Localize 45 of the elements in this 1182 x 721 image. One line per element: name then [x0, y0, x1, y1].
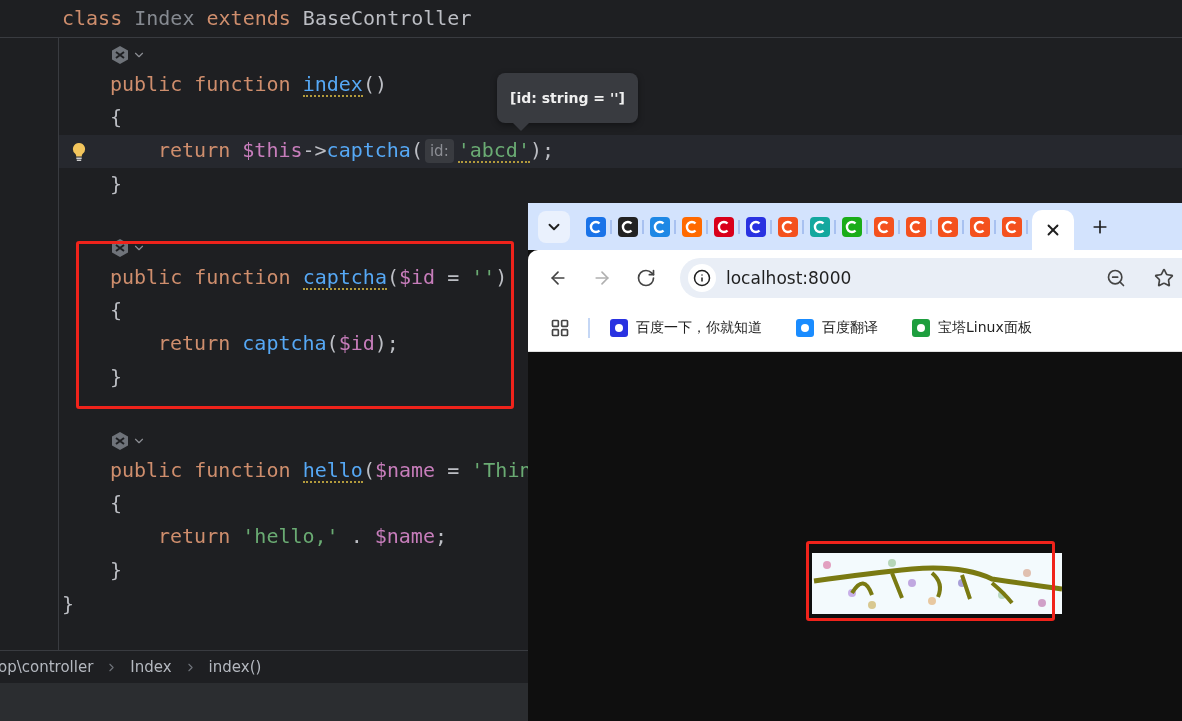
address-bar[interactable]: localhost:8000 — [680, 257, 1182, 298]
code-line: } — [62, 592, 75, 617]
site-favicon — [682, 216, 702, 237]
browser-tab[interactable] — [1032, 210, 1074, 250]
code-line: public function captcha($id = '') — [110, 265, 508, 290]
site-favicon — [1002, 216, 1022, 237]
code-line: { — [110, 106, 123, 131]
code-line: return 'hello,' . $name; — [158, 525, 447, 550]
site-favicon — [650, 216, 670, 237]
code-line: { — [110, 299, 123, 324]
site-favicon — [938, 216, 958, 237]
bookmark[interactable]: 百度一下，你就知道 — [606, 315, 766, 341]
hexagon-icon[interactable] — [110, 237, 130, 258]
lightbulb-icon[interactable] — [72, 141, 86, 162]
site-favicon — [842, 216, 862, 237]
code-line: class Index extends BaseController — [62, 6, 472, 31]
site-favicon — [970, 216, 990, 237]
site-favicon — [714, 216, 734, 237]
star-icon[interactable] — [1154, 267, 1174, 288]
site-favicon — [874, 216, 894, 237]
site-favicon — [906, 216, 926, 237]
code-line: public function index() — [110, 72, 387, 97]
hexagon-icon[interactable] — [110, 45, 130, 65]
site-favicon — [810, 216, 830, 237]
code-line: } — [110, 558, 123, 583]
bookmark[interactable]: 百度翻译 — [792, 315, 882, 341]
zoom-out-icon[interactable] — [1106, 267, 1126, 288]
tab-list-button[interactable] — [538, 210, 570, 243]
site-favicon — [586, 216, 606, 237]
code-line: { — [110, 492, 123, 516]
code-line: return captcha($id); — [158, 332, 399, 357]
breadcrumb[interactable]: Index — [130, 658, 172, 676]
tooltip-arrow — [513, 123, 529, 131]
site-favicon — [778, 216, 798, 237]
code-line: } — [110, 172, 123, 197]
apps-icon[interactable] — [550, 318, 570, 338]
tooltip: [id: string = ''] — [497, 73, 638, 123]
bookmark[interactable]: 宝塔Linux面板 — [908, 315, 1036, 341]
code-line: return $this->captcha( id: 'abcd'); — [158, 139, 555, 164]
info-icon[interactable] — [693, 268, 711, 287]
hexagon-icon[interactable] — [110, 430, 130, 451]
site-favicon — [618, 216, 638, 237]
code-line: } — [110, 365, 123, 390]
site-favicon — [746, 216, 766, 237]
breadcrumb[interactable]: index() — [208, 658, 262, 676]
